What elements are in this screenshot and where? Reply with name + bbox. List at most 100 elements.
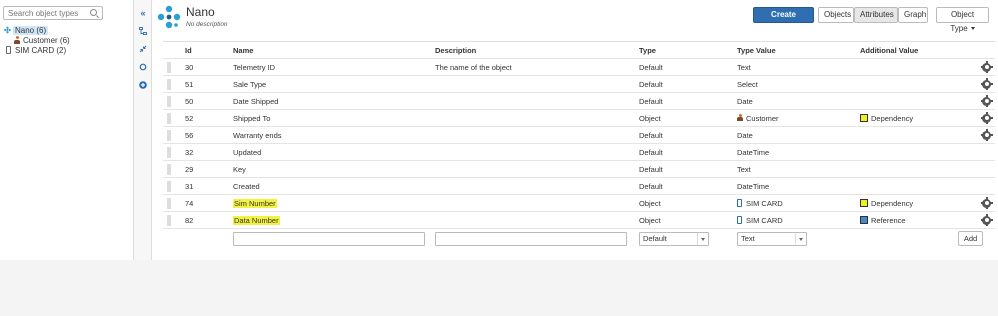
column-header-name[interactable]: Name	[233, 41, 435, 59]
search-input[interactable]	[4, 7, 84, 19]
attribute-name: Data Number	[233, 215, 280, 225]
cell-description: The name of the object	[435, 58, 639, 76]
column-header-id[interactable]: Id	[177, 41, 233, 59]
drag-handle[interactable]	[167, 129, 171, 141]
cell-description	[435, 126, 639, 144]
cell-name[interactable]: Data Number	[233, 211, 435, 229]
table-row[interactable]: 30 Telemetry ID The name of the object Defa…	[163, 58, 995, 76]
table-row[interactable]: 32 Updated Default DateTime	[163, 143, 995, 161]
new-description-input[interactable]	[435, 231, 627, 246]
cell-name[interactable]: Date Shipped	[233, 92, 435, 110]
person-icon	[14, 36, 20, 44]
column-header-description[interactable]: Description	[435, 41, 639, 59]
tool-rail: «	[134, 0, 152, 260]
object-type-tree: Nano (6) Customer (6) SIM CARD (2)	[4, 26, 70, 56]
tree-item-label: Customer (6)	[23, 36, 70, 45]
cell-description	[435, 143, 639, 161]
cell-type: Default	[639, 126, 737, 144]
column-header-type-value[interactable]: Type Value	[737, 41, 860, 59]
table-row[interactable]: 56 Warranty ends Default Date	[163, 126, 995, 144]
table-row[interactable]: 82 Data Number Object SIM CARD Reference	[163, 211, 995, 229]
attribute-name: Shipped To	[233, 113, 271, 123]
cell-id: 52	[177, 109, 233, 127]
attribute-name: Sale Type	[233, 79, 267, 89]
tab-attributes[interactable]: Attributes	[854, 7, 898, 23]
drag-handle[interactable]	[167, 78, 171, 90]
table-row[interactable]: 52 Shipped To Object Customer Dependency	[163, 109, 995, 127]
cell-name[interactable]: Telemetry ID	[233, 58, 435, 76]
cell-name[interactable]: Sim Number	[233, 194, 435, 212]
create-object-button[interactable]: Create Object	[753, 7, 814, 33]
cell-type-value: Text	[737, 160, 860, 178]
drag-handle[interactable]	[167, 214, 171, 226]
cell-type-value: SIM CARD	[737, 194, 860, 212]
new-type-select[interactable]: Default	[639, 231, 709, 246]
additional-value-text: Reference	[871, 215, 906, 225]
cell-name[interactable]: Key	[233, 160, 435, 178]
cell-id: 30	[177, 58, 233, 76]
type-value-text: DateTime	[737, 181, 770, 191]
cell-name[interactable]: Updated	[233, 143, 435, 161]
tree-item-customer[interactable]: Customer (6)	[4, 36, 70, 46]
new-type-value-select[interactable]: Text	[737, 231, 807, 246]
drag-handle[interactable]	[167, 180, 171, 192]
cell-type-value: SIM CARD	[737, 211, 860, 229]
cell-type: Default	[639, 160, 737, 178]
cell-description	[435, 109, 639, 127]
search-box[interactable]	[3, 6, 103, 20]
tree-item-label: Nano (6)	[13, 26, 49, 35]
tree-item-sim-card[interactable]: SIM CARD (2)	[4, 46, 70, 56]
gear-icon[interactable]	[980, 112, 993, 125]
cell-description	[435, 92, 639, 110]
drag-handle[interactable]	[167, 146, 171, 158]
table-row[interactable]: 50 Date Shipped Default Date	[163, 92, 995, 110]
cell-id: 50	[177, 92, 233, 110]
collapse-icon[interactable]: «	[139, 9, 147, 18]
cell-type-value: Date	[737, 126, 860, 144]
add-attribute-button[interactable]: Add	[957, 231, 984, 247]
object-type-dropdown[interactable]: Object Type	[936, 7, 989, 33]
drag-handle[interactable]	[167, 197, 171, 209]
table-row[interactable]: 31 Created Default DateTime	[163, 177, 995, 195]
person-icon	[737, 113, 743, 122]
object-type-panel: Nano (6) Customer (6) SIM CARD (2)	[0, 0, 134, 260]
refresh-icon[interactable]	[139, 63, 147, 71]
column-header-additional-value[interactable]: Additional Value	[860, 41, 946, 59]
new-name-input[interactable]	[233, 231, 425, 246]
tree-item-label: SIM CARD (2)	[15, 46, 67, 55]
drag-handle[interactable]	[167, 95, 171, 107]
cell-name[interactable]: Sale Type	[233, 75, 435, 93]
cell-id: 51	[177, 75, 233, 93]
cell-type: Default	[639, 143, 737, 161]
cell-type-value: Select	[737, 75, 860, 93]
column-header-type[interactable]: Type	[639, 41, 737, 59]
tab-graph[interactable]: Graph	[898, 7, 928, 23]
gear-icon[interactable]	[980, 197, 993, 210]
cell-name[interactable]: Shipped To	[233, 109, 435, 127]
gear-icon[interactable]	[980, 129, 993, 142]
cell-id: 56	[177, 126, 233, 144]
chevron-down-icon	[795, 232, 806, 245]
cell-description	[435, 177, 639, 195]
gear-icon[interactable]	[980, 78, 993, 91]
gear-icon[interactable]	[980, 61, 993, 74]
nano-logo-icon	[157, 5, 181, 29]
add-icon[interactable]	[139, 81, 147, 89]
shrink-icon[interactable]	[139, 45, 147, 53]
table-row[interactable]: 29 Key Default Text	[163, 160, 995, 178]
table-row[interactable]: 51 Sale Type Default Select	[163, 75, 995, 93]
cell-name[interactable]: Created	[233, 177, 435, 195]
tab-objects[interactable]: Objects	[818, 7, 854, 23]
hierarchy-icon[interactable]	[139, 27, 147, 35]
drag-handle[interactable]	[167, 112, 171, 124]
new-attribute-row: Default Text Add	[163, 228, 995, 249]
drag-handle[interactable]	[167, 61, 171, 73]
table-row[interactable]: 74 Sim Number Object SIM CARD Dependency	[163, 194, 995, 212]
attributes-table: Id Name Description Type Type Value Addi…	[163, 41, 995, 249]
cell-name[interactable]: Warranty ends	[233, 126, 435, 144]
gear-icon[interactable]	[980, 95, 993, 108]
drag-handle[interactable]	[167, 163, 171, 175]
search-icon[interactable]	[90, 9, 97, 16]
gear-icon[interactable]	[980, 214, 993, 227]
tree-item-nano[interactable]: Nano (6)	[4, 26, 70, 36]
